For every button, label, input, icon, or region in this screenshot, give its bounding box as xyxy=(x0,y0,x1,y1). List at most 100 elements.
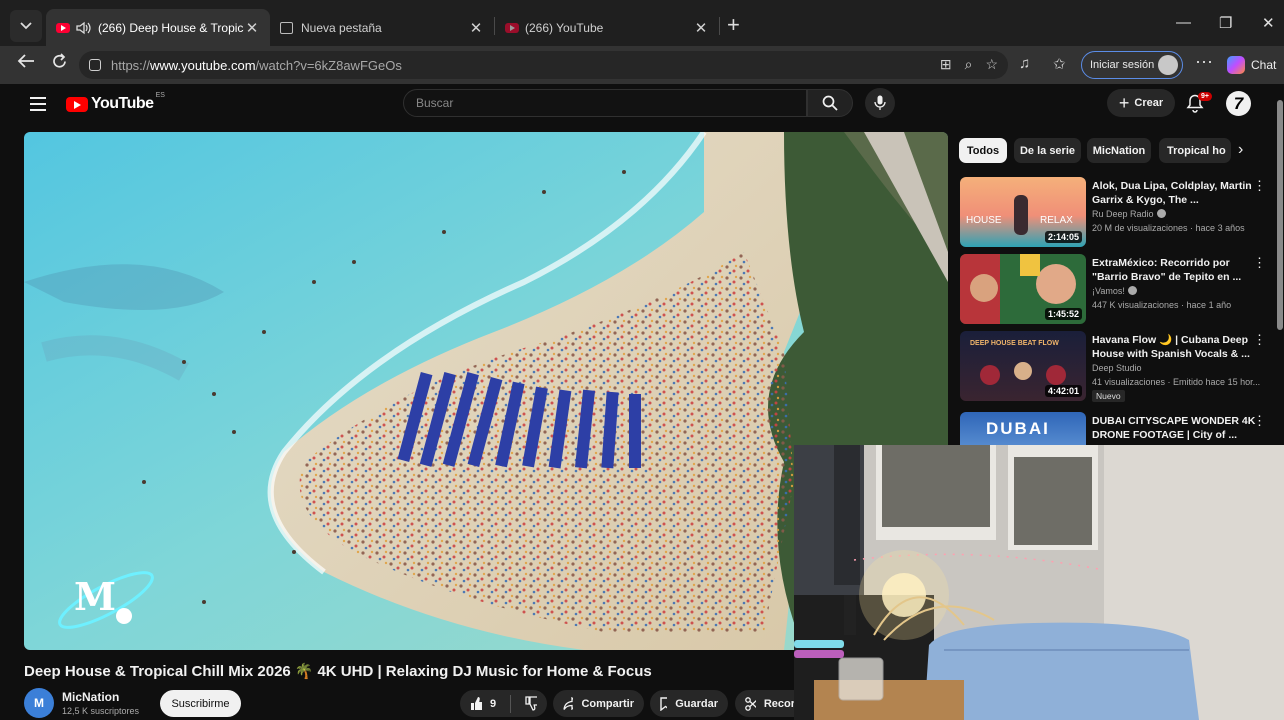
rec-title[interactable]: Havana Flow 🌙 | Cubana Deep House with S… xyxy=(1092,333,1260,361)
verified-icon xyxy=(1127,286,1137,295)
notifications-badge: 9+ xyxy=(1198,92,1212,101)
reload-button[interactable] xyxy=(51,53,68,75)
back-button[interactable] xyxy=(17,53,35,74)
video-thumbnail[interactable]: DEEP HOUSE BEAT FLOW 4:42:01 xyxy=(960,331,1086,401)
minimize-button[interactable]: — xyxy=(1176,14,1191,31)
verified-icon xyxy=(1156,209,1166,218)
chip-de-la-serie[interactable]: De la serie xyxy=(1014,138,1081,163)
back-arrow-icon xyxy=(17,54,34,68)
rec-title[interactable]: Alok, Dua Lipa, Coldplay, Martin Garrix … xyxy=(1092,179,1260,207)
favorite-star-icon[interactable]: ☆ xyxy=(985,56,998,73)
tab-actions-menu-button[interactable] xyxy=(10,10,42,42)
signin-label: Iniciar sesión xyxy=(1090,59,1155,71)
country-code: ES xyxy=(155,92,165,99)
thumbnail-image: DUBAI xyxy=(960,412,1086,446)
browser-toolbar: https://www.youtube.com/watch?v=6kZ8awFG… xyxy=(0,46,1284,84)
favorites-icon[interactable]: ✩ xyxy=(1053,55,1066,73)
tab-title: Nueva pestaña xyxy=(301,20,382,35)
share-label: Compartir xyxy=(581,697,634,710)
duration-badge: 4:42:01 xyxy=(1044,385,1082,397)
more-actions-icon[interactable]: ⋮ xyxy=(1253,414,1266,427)
address-bar[interactable]: https://www.youtube.com/watch?v=6kZ8awFG… xyxy=(79,51,1008,79)
thumbs-up-icon[interactable] xyxy=(470,696,483,711)
site-info-icon[interactable] xyxy=(89,59,101,71)
clip-label: Recor xyxy=(763,697,795,710)
reload-icon xyxy=(53,53,66,68)
rec-title[interactable]: ExtraMéxico: Recorrido por "Barrio Bravo… xyxy=(1092,256,1260,284)
chip-micnation[interactable]: MicNation xyxy=(1087,138,1151,163)
search-icon xyxy=(822,95,838,111)
thumbs-down-icon[interactable] xyxy=(525,696,537,711)
recommendation-item[interactable]: 1:45:52 ExtraMéxico: Recorrido por "Barr… xyxy=(960,254,1270,326)
recommendation-item[interactable]: DUBAI DUBAI CITYSCAPE WONDER 4K DRONE FO… xyxy=(960,412,1270,446)
search-button[interactable] xyxy=(807,89,853,117)
recommendation-item[interactable]: HOUSE RELAX 2:14:05 Alok, Dua Lipa, Cold… xyxy=(960,177,1270,249)
subscriber-count: 12,5 K suscriptores xyxy=(62,706,140,716)
bookmark-icon xyxy=(660,696,668,711)
channel-avatar[interactable]: M xyxy=(24,688,54,718)
app-available-icon[interactable]: ⊞ xyxy=(940,56,952,73)
more-actions-icon[interactable]: ⋮ xyxy=(1253,256,1266,269)
youtube-wordmark: YouTube xyxy=(91,95,154,112)
more-options-icon[interactable]: ⋯ xyxy=(1195,52,1213,73)
svg-text:DEEP HOUSE BEAT FLOW: DEEP HOUSE BEAT FLOW xyxy=(970,340,1059,347)
copilot-chat-button[interactable]: Chat xyxy=(1227,56,1276,74)
tab-close-button[interactable]: ✕ xyxy=(244,19,260,37)
save-button[interactable]: Guardar xyxy=(650,690,728,717)
youtube-logo[interactable]: YouTube ES xyxy=(66,92,165,113)
chevron-right-icon[interactable]: › xyxy=(1238,141,1243,159)
more-actions-icon[interactable]: ⋮ xyxy=(1253,179,1266,192)
chip-todos[interactable]: Todos xyxy=(959,138,1007,163)
tab-nueva-pestana[interactable]: Nueva pestaña ✕ xyxy=(270,9,494,46)
more-actions-icon[interactable]: ⋮ xyxy=(1253,333,1266,346)
channel-name[interactable]: MicNation xyxy=(62,690,119,704)
rec-meta: 20 M de visualizaciones · hace 3 años xyxy=(1092,223,1245,233)
subscribe-button[interactable]: Suscribirme xyxy=(160,690,241,717)
tab-separator xyxy=(719,17,720,35)
video-thumbnail[interactable]: HOUSE RELAX 2:14:05 xyxy=(960,177,1086,247)
like-dislike-group: 9 xyxy=(460,690,547,717)
youtube-play-icon xyxy=(66,96,88,112)
rec-title[interactable]: DUBAI CITYSCAPE WONDER 4K DRONE FOOTAGE … xyxy=(1092,414,1260,442)
rec-channel: Ru Deep Radio xyxy=(1092,209,1166,219)
tab-close-button[interactable]: ✕ xyxy=(468,19,484,37)
create-button[interactable]: + Crear xyxy=(1107,89,1175,117)
rec-channel: Deep Studio xyxy=(1092,363,1142,373)
chip-tropical-house[interactable]: Tropical ho xyxy=(1159,138,1231,163)
recommendation-item[interactable]: DEEP HOUSE BEAT FLOW 4:42:01 Havana Flow… xyxy=(960,331,1270,403)
search-placeholder: Buscar xyxy=(416,96,454,110)
save-label: Guardar xyxy=(675,697,718,710)
video-title: Deep House & Tropical Chill Mix 2026 🌴 4K … xyxy=(24,663,652,680)
search-input[interactable]: Buscar xyxy=(403,89,807,117)
rec-meta: 41 visualizaciones · Emitido hace 15 hor… xyxy=(1092,377,1261,387)
webcam-room-image xyxy=(794,445,1284,720)
duration-badge: 2:14:05 xyxy=(1044,231,1082,243)
tab-close-button[interactable]: ✕ xyxy=(693,19,709,37)
tab-deep-house[interactable]: (266) Deep House & Tropical C ✕ xyxy=(46,9,270,46)
svg-text:HOUSE: HOUSE xyxy=(966,215,1002,226)
url-text[interactable]: https://www.youtube.com/watch?v=6kZ8awFG… xyxy=(111,58,402,73)
share-button[interactable]: Compartir xyxy=(553,690,644,717)
like-count[interactable]: 9 xyxy=(490,698,496,710)
zoom-icon[interactable]: ⌕ xyxy=(965,56,973,73)
tab-title: (266) YouTube xyxy=(525,20,604,35)
account-avatar[interactable]: 7 xyxy=(1226,91,1251,116)
guide-menu-icon[interactable] xyxy=(30,97,46,115)
close-window-button[interactable]: ✕ xyxy=(1262,14,1275,32)
video-thumbnail[interactable]: DUBAI xyxy=(960,412,1086,446)
new-tab-button[interactable]: + xyxy=(727,14,740,36)
copilot-icon xyxy=(1227,56,1245,74)
chevron-down-icon xyxy=(20,22,32,30)
tab-youtube[interactable]: (266) YouTube ✕ xyxy=(495,9,719,46)
youtube-favicon-icon xyxy=(56,22,70,33)
page-scrollbar[interactable] xyxy=(1277,100,1283,330)
plus-icon: + xyxy=(1118,93,1130,113)
extensions-icon[interactable]: ♫ xyxy=(1019,55,1030,72)
signin-button[interactable]: Iniciar sesión xyxy=(1081,51,1183,79)
new-badge: Nuevo xyxy=(1092,390,1125,402)
voice-search-button[interactable] xyxy=(865,88,895,118)
video-thumbnail[interactable]: 1:45:52 xyxy=(960,254,1086,324)
speaker-icon[interactable] xyxy=(76,21,92,35)
maximize-button[interactable]: ❐ xyxy=(1219,14,1232,32)
youtube-favicon-icon xyxy=(505,22,519,33)
